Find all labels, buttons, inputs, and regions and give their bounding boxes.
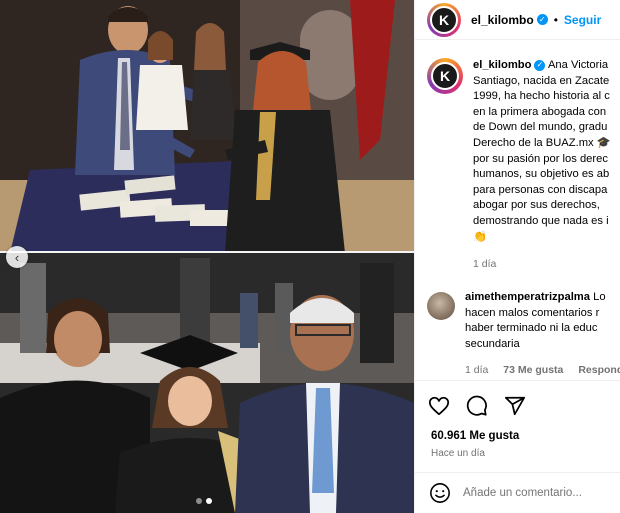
comment-timestamp[interactable]: 1 día (465, 364, 488, 376)
follow-button[interactable]: Seguir (564, 13, 601, 27)
carousel-indicator (196, 498, 212, 504)
comment-button[interactable] (465, 394, 489, 418)
comment-input[interactable] (463, 487, 613, 499)
share-button[interactable] (503, 394, 527, 418)
comment-likes[interactable]: 73 Me gusta (503, 364, 563, 376)
caption-line: de Down del mundo, gradu (473, 121, 608, 134)
photo-ceremony-handshake (0, 0, 414, 253)
comment-body: aimethemperatrizpalma Lo hacen malos com… (465, 290, 620, 379)
caption-username[interactable]: el_kilombo (473, 59, 531, 71)
emoji-button[interactable] (429, 482, 451, 504)
paper-plane-icon (504, 396, 526, 415)
post-panel: K el_kilombo ✓ • Seguir K el_kilombo ✓ An… (414, 0, 620, 513)
verified-badge-icon: ✓ (536, 14, 548, 25)
post-timestamp[interactable]: Hace un día (431, 448, 485, 459)
comment-line: hacen malos comentarios r (465, 306, 600, 319)
smiley-icon (430, 483, 450, 503)
caption-line: demostrando que nada es i (473, 214, 609, 227)
comment-bubble-icon (466, 395, 487, 416)
photo-group-portrait (0, 253, 414, 513)
post-caption: K el_kilombo ✓ Ana Victoria Santiago, nac… (427, 58, 620, 273)
like-count[interactable]: 60.961 Me gusta (431, 430, 519, 442)
caption-timestamp[interactable]: 1 día (473, 257, 620, 273)
caption-text: el_kilombo ✓ Ana Victoria Santiago, nacid… (473, 58, 620, 273)
caption-line-text: Ana Victoria (547, 59, 609, 71)
author-username[interactable]: el_kilombo (471, 13, 534, 27)
header-separator: • (553, 12, 558, 27)
commenter-username[interactable]: aimethemperatrizpalma (465, 291, 590, 303)
post-header: K el_kilombo ✓ • Seguir (415, 0, 620, 40)
caption-line: 1999, ha hecho historia al c (473, 90, 610, 103)
author-avatar[interactable]: K (427, 2, 461, 37)
verified-badge-icon: ✓ (534, 59, 546, 71)
post-media[interactable]: ‹ (0, 0, 414, 513)
comment-composer (415, 472, 620, 513)
like-button[interactable] (427, 394, 451, 418)
caption-line: para personas con discapa (473, 183, 608, 196)
avatar-letter: K (430, 5, 458, 34)
commenter-avatar[interactable] (427, 292, 455, 320)
carousel-dot-2 (206, 498, 212, 504)
clap-emoji: 👏 (473, 230, 487, 243)
comment-line: secundaria (465, 337, 520, 350)
carousel-dot-1 (196, 498, 202, 504)
comment-line: haber terminado ni la educ (465, 322, 598, 335)
caption-author-avatar[interactable]: K (427, 58, 463, 94)
caption-line: Derecho de la BUAZ.mx 🎓 (473, 136, 611, 149)
caption-line: por su pasión por los derec (473, 152, 608, 165)
caption-line: humanos, su objetivo es ab (473, 168, 610, 181)
chevron-left-icon: ‹ (14, 249, 20, 265)
comment-item: aimethemperatrizpalma Lo hacen malos com… (427, 290, 620, 379)
comment-line-text: Lo (593, 291, 606, 303)
carousel-prev-button[interactable]: ‹ (6, 246, 28, 268)
action-bar (415, 380, 620, 430)
group-portrait-scene (0, 253, 414, 513)
caption-line: Santiago, nacida en Zacate (473, 74, 610, 87)
heart-icon (428, 396, 450, 415)
caption-avatar-letter: K (431, 62, 459, 90)
caption-line: el_kilombo ✓ Ana Victoria (473, 58, 620, 74)
caption-line: abogar por sus derechos, (473, 199, 600, 212)
reply-button[interactable]: Responder (578, 364, 620, 376)
comment-meta: 1 día 73 Me gusta Responder (465, 363, 620, 379)
caption-line: en la primera abogada con (473, 105, 607, 118)
ceremony-scene (0, 0, 414, 253)
comment-line: aimethemperatrizpalma Lo (465, 290, 620, 306)
